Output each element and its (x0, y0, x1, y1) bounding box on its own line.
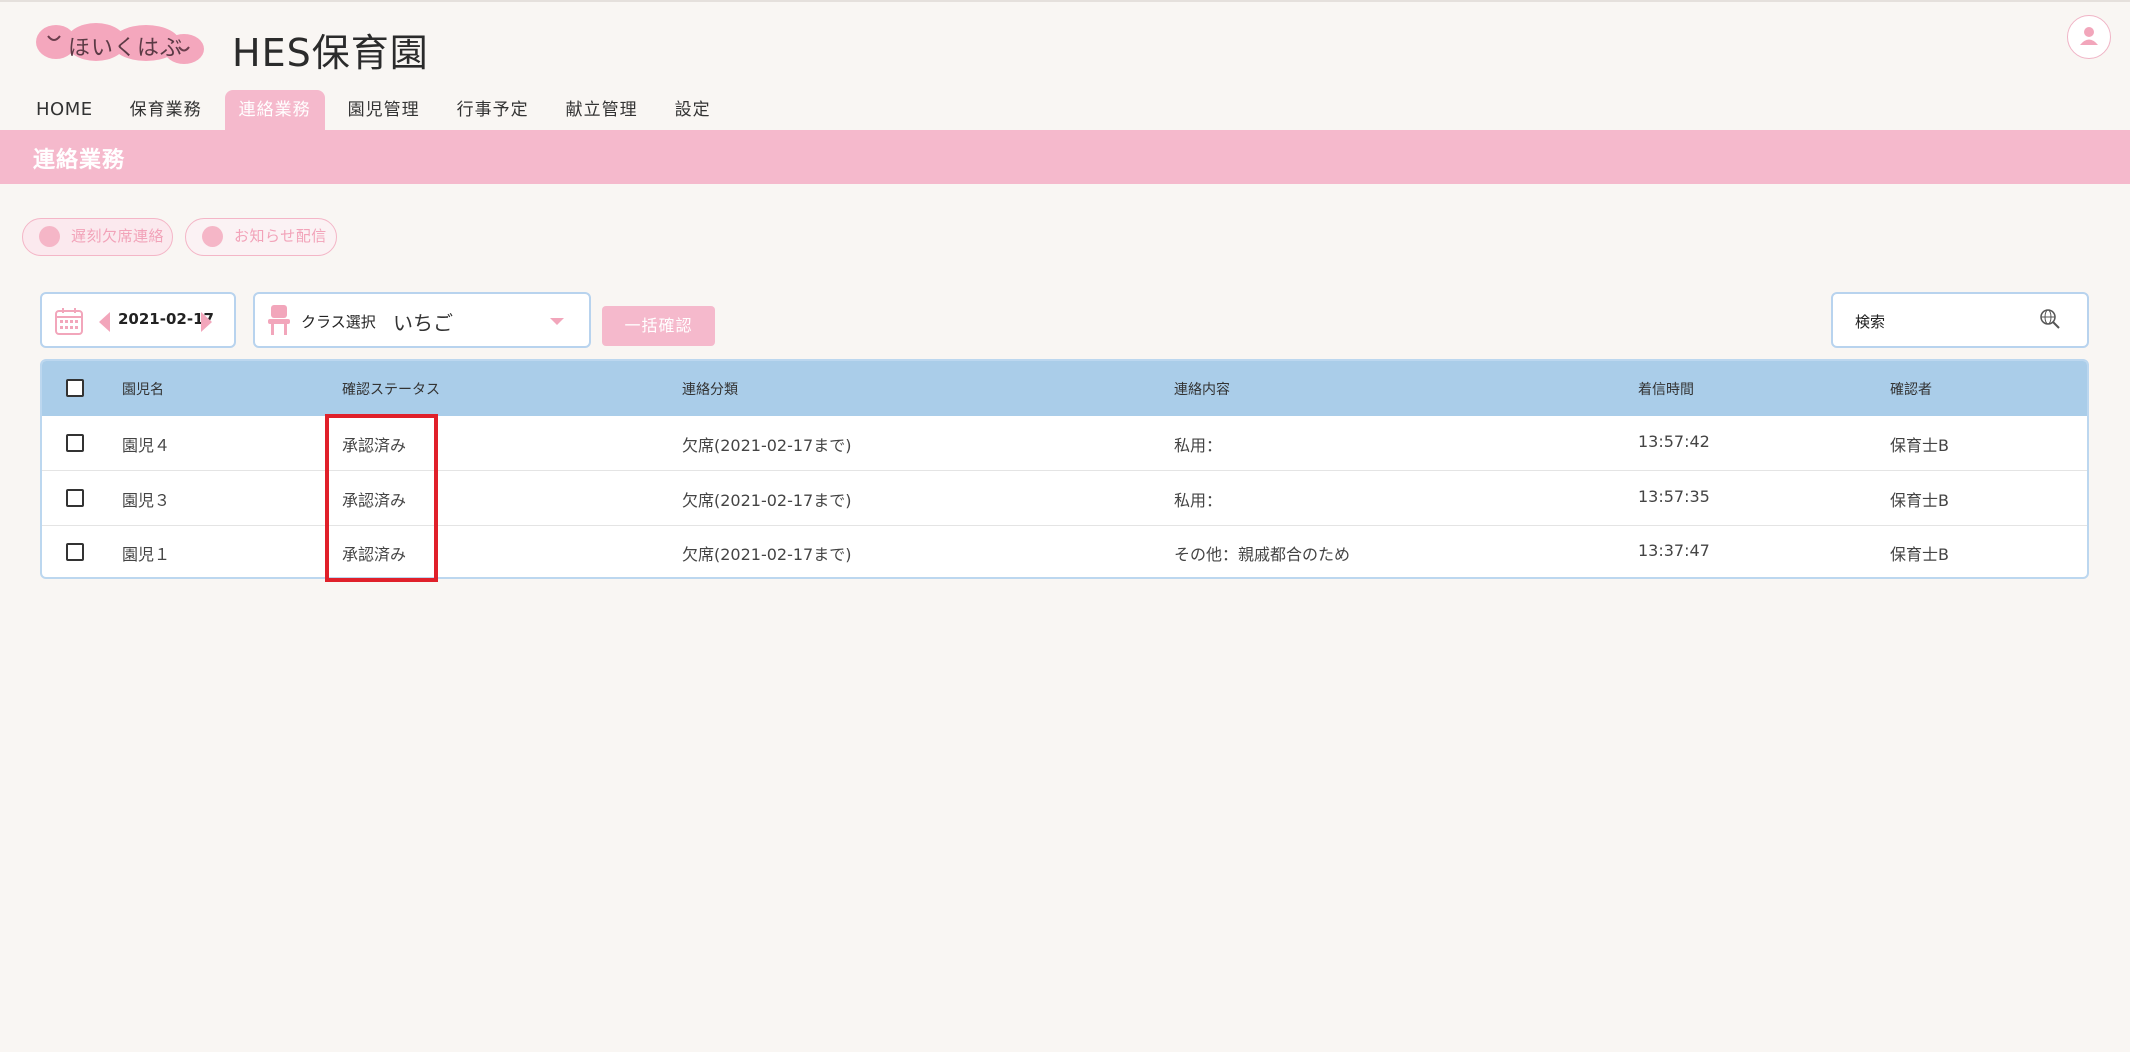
row-content: その他：親戚都合のため (1174, 545, 1351, 564)
row-status: 承認済み (342, 436, 407, 455)
nav-home[interactable]: HOME (22, 90, 107, 130)
row-checkbox[interactable] (66, 489, 84, 507)
late-absence-button[interactable]: 遅刻欠席連絡 (22, 218, 173, 256)
row-checkbox[interactable] (66, 434, 84, 452)
row-status: 承認済み (342, 545, 407, 564)
row-time: 13:37:47 (1638, 541, 1710, 560)
row-status: 承認済み (342, 491, 407, 510)
row-child-name: 園児１ (122, 545, 171, 564)
class-select[interactable]: クラス選択 いちご (253, 292, 591, 348)
notice-label: お知らせ配信 (234, 227, 327, 245)
prev-date-arrow-icon[interactable] (99, 312, 110, 332)
notice-button[interactable]: お知らせ配信 (185, 218, 337, 256)
calendar-icon[interactable] (54, 306, 84, 336)
header-confirmer[interactable]: 確認者 (1890, 379, 1932, 399)
app-title: HES保育園 (232, 31, 429, 75)
top-border (0, 0, 2130, 2)
person-bubble-icon (39, 226, 60, 247)
next-date-arrow-icon[interactable] (201, 312, 212, 332)
row-confirmer: 保育士B (1890, 491, 1949, 510)
row-content: 私用： (1174, 491, 1223, 510)
user-icon (2080, 27, 2098, 45)
mail-icon (202, 226, 223, 247)
row-category: 欠席(2021-02-17まで) (682, 436, 852, 455)
page-title: 連絡業務 (33, 148, 126, 173)
nav-menu-management[interactable]: 献立管理 (552, 90, 652, 130)
nav-communication[interactable]: 連絡業務 (224, 90, 325, 130)
class-select-label: クラス選択 (301, 313, 376, 331)
row-content: 私用： (1174, 436, 1223, 455)
class-select-value: いちご (393, 311, 453, 335)
nav-childcare-tasks[interactable]: 保育業務 (116, 90, 216, 130)
header-content[interactable]: 連絡内容 (1174, 379, 1230, 399)
main-nav: HOME 保育業務 連絡業務 園児管理 行事予定 献立管理 設定 (22, 90, 734, 130)
header-category[interactable]: 連絡分類 (682, 379, 738, 399)
row-child-name: 園児３ (122, 491, 171, 510)
header-time[interactable]: 着信時間 (1638, 379, 1694, 399)
nav-child-management[interactable]: 園児管理 (334, 90, 434, 130)
late-absence-label: 遅刻欠席連絡 (71, 227, 165, 245)
row-time: 13:57:35 (1638, 487, 1710, 506)
chevron-down-icon (550, 318, 564, 325)
header-name[interactable]: 園児名 (122, 379, 164, 399)
chair-icon (268, 305, 290, 335)
nav-settings[interactable]: 設定 (661, 90, 725, 130)
row-child-name: 園児４ (122, 436, 171, 455)
logo-text: ほいくはぶ (68, 36, 184, 61)
search-input[interactable] (1853, 308, 2037, 336)
row-confirmer: 保育士B (1890, 436, 1949, 455)
user-menu-button[interactable] (2067, 15, 2111, 59)
row-checkbox[interactable] (66, 543, 84, 561)
table-row[interactable]: 園児１ 承認済み 欠席(2021-02-17まで) その他：親戚都合のため 13… (42, 525, 2087, 577)
table-row[interactable]: 園児３ 承認済み 欠席(2021-02-17まで) 私用： 13:57:35 保… (42, 471, 2087, 525)
bulk-confirm-button[interactable]: 一括確認 (602, 306, 715, 346)
contact-table: 園児名 確認ステータス 連絡分類 連絡内容 着信時間 確認者 園児４ 承認済み … (40, 359, 2089, 579)
table-header: 園児名 確認ステータス 連絡分類 連絡内容 着信時間 確認者 (42, 361, 2087, 416)
logo[interactable]: ほいくはぶ (36, 22, 206, 66)
selected-date: 2021-02-17 (118, 310, 214, 328)
header-status[interactable]: 確認ステータス (342, 379, 440, 399)
search-box (1831, 292, 2089, 348)
select-all-checkbox[interactable] (66, 379, 84, 397)
page-header-band: 連絡業務 (0, 130, 2130, 184)
row-category: 欠席(2021-02-17まで) (682, 491, 852, 510)
row-time: 13:57:42 (1638, 432, 1710, 451)
nav-events[interactable]: 行事予定 (443, 90, 543, 130)
search-globe-icon[interactable] (2039, 308, 2061, 330)
date-picker[interactable]: 2021-02-17 (40, 292, 236, 348)
row-category: 欠席(2021-02-17まで) (682, 545, 852, 564)
table-row[interactable]: 園児４ 承認済み 欠席(2021-02-17まで) 私用： 13:57:42 保… (42, 416, 2087, 470)
row-confirmer: 保育士B (1890, 545, 1949, 564)
